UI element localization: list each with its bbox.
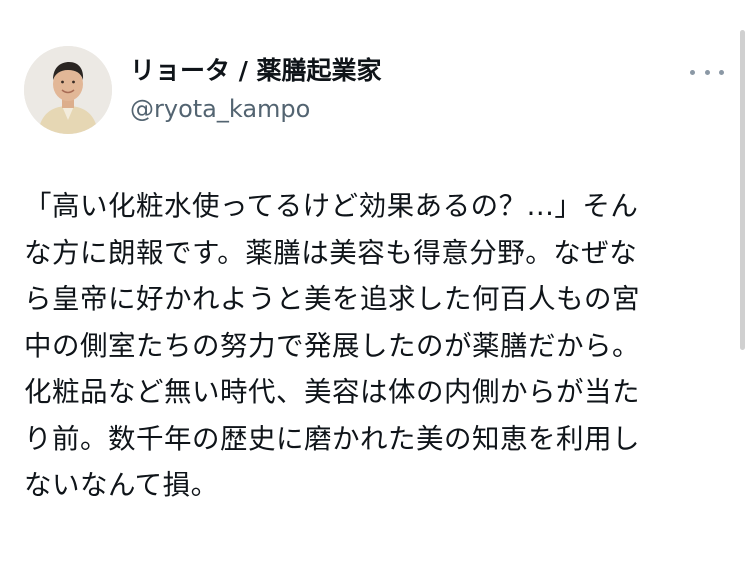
author-display-name[interactable]: リョータ / 薬膳起業家 <box>130 56 382 86</box>
avatar-photo-icon <box>24 46 112 134</box>
more-dot <box>719 69 724 75</box>
tweet-text: 「高い化粧水使ってるけど効果あるの？...」そん な方に朗報です。薬膳は美容も得… <box>24 190 640 501</box>
author-handle[interactable]: @ryota_kampo <box>130 94 310 124</box>
avatar[interactable] <box>24 46 112 134</box>
more-dot <box>690 69 695 75</box>
scrollbar[interactable] <box>740 30 745 350</box>
more-options-icon[interactable] <box>690 62 724 82</box>
more-dot <box>704 69 710 75</box>
